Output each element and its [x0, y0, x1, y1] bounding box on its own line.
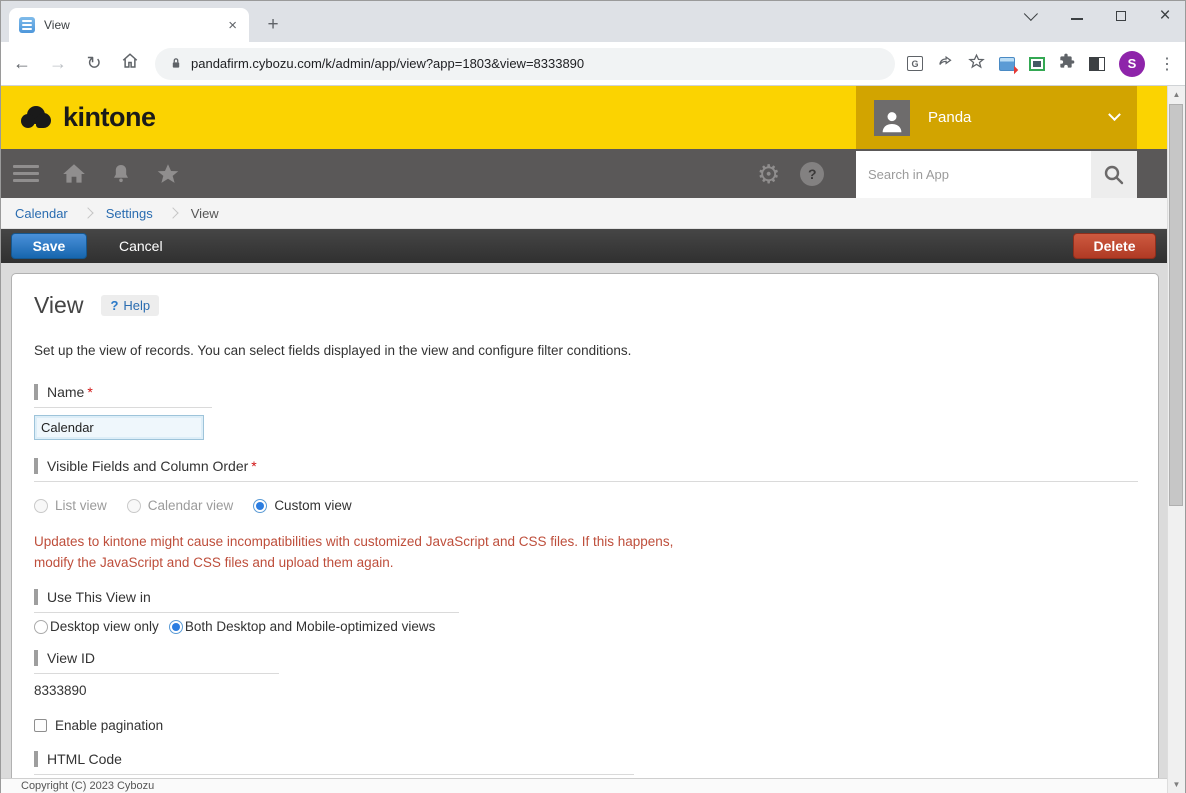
kintone-favicon-icon	[19, 17, 35, 33]
radio-icon[interactable]	[34, 620, 48, 634]
view-type-label: Visible Fields and Column Order*	[34, 458, 1138, 482]
help-icon[interactable]: ?	[800, 162, 824, 186]
use-view-options: Desktop view only Both Desktop and Mobil…	[34, 619, 1138, 634]
user-name: Panda	[928, 109, 1110, 126]
use-view-label: Use This View in	[34, 589, 459, 613]
reload-icon[interactable]: ↻	[79, 53, 109, 74]
required-mark: *	[251, 458, 256, 474]
help-link[interactable]: ? Help	[101, 295, 159, 316]
url-text: pandafirm.cybozu.com/k/admin/app/view?ap…	[191, 56, 584, 71]
kintone-logo-text: kintone	[63, 102, 156, 133]
new-tab-button[interactable]: +	[259, 11, 287, 39]
radio-selected-icon[interactable]	[169, 620, 183, 634]
tab-title: View	[44, 18, 226, 32]
user-chevron-down-icon	[1108, 108, 1121, 121]
breadcrumb-calendar[interactable]: Calendar	[15, 206, 68, 221]
screenshot-extension-icon[interactable]	[999, 57, 1015, 71]
window-maximize-button[interactable]	[1113, 11, 1129, 21]
search-button[interactable]	[1091, 151, 1137, 198]
breadcrumb-settings[interactable]: Settings	[106, 206, 153, 221]
breadcrumb-current: View	[191, 206, 219, 221]
person-icon	[877, 106, 907, 136]
page-footer: Copyright (C) 2023 Cybozu	[1, 778, 1167, 793]
browser-navbar: ← → ↻ pandafirm.cybozu.com/k/admin/app/v…	[1, 42, 1185, 86]
radio-list-view: List view	[34, 498, 107, 513]
browser-tab-strip: View × + ×	[1, 1, 1185, 42]
pagination-option[interactable]: Enable pagination	[34, 718, 1138, 733]
hamburger-menu-icon[interactable]	[13, 165, 39, 182]
name-field-label: Name*	[34, 384, 212, 408]
user-menu[interactable]: Panda	[856, 86, 1137, 149]
search-icon	[1102, 163, 1126, 187]
radio-selected-icon[interactable]	[253, 499, 267, 513]
kintone-logo[interactable]: kintone	[21, 102, 156, 133]
back-icon[interactable]: ←	[7, 53, 37, 74]
radio-icon	[34, 499, 48, 513]
translate-icon[interactable]: G	[907, 56, 923, 71]
save-button[interactable]: Save	[11, 233, 87, 259]
customization-warning: Updates to kintone might cause incompati…	[34, 531, 1138, 573]
delete-button[interactable]: Delete	[1073, 233, 1156, 259]
extensions-puzzle-icon[interactable]	[1059, 53, 1075, 74]
address-bar[interactable]: pandafirm.cybozu.com/k/admin/app/view?ap…	[155, 48, 895, 80]
view-id-label: View ID	[34, 650, 279, 674]
portal-home-icon[interactable]	[61, 161, 87, 187]
browser-tab[interactable]: View ×	[9, 8, 249, 42]
help-question-icon: ?	[110, 298, 118, 313]
html-code-label: HTML Code	[34, 751, 634, 775]
forward-icon: →	[43, 53, 73, 74]
breadcrumb-chevron-icon	[82, 207, 93, 218]
search-input[interactable]	[856, 151, 1091, 198]
scroll-up-arrow-icon[interactable]: ▲	[1168, 86, 1185, 103]
breadcrumb-chevron-icon	[167, 207, 178, 218]
capture-extension-icon[interactable]	[1029, 57, 1045, 71]
radio-icon	[127, 499, 141, 513]
radio-both-desktop-mobile[interactable]: Both Desktop and Mobile-optimized views	[169, 619, 436, 634]
action-bar: Save Cancel Delete	[1, 229, 1185, 263]
app-settings-gear-icon[interactable]: ⚙	[757, 161, 780, 187]
pagination-checkbox[interactable]	[34, 719, 47, 732]
content-area: View ? Help Set up the view of records. …	[1, 263, 1167, 778]
share-icon[interactable]	[937, 54, 954, 74]
page-description: Set up the view of records. You can sele…	[34, 343, 1138, 358]
breadcrumb: Calendar Settings View	[1, 198, 1185, 229]
scrollbar-thumb[interactable]	[1169, 104, 1183, 506]
bookmark-star-icon[interactable]	[968, 53, 985, 75]
page-scrollbar[interactable]: ▲ ▼	[1167, 86, 1185, 793]
view-type-options: List view Calendar view Custom view	[34, 498, 1138, 513]
lock-icon	[169, 56, 183, 71]
radio-desktop-only[interactable]: Desktop view only	[34, 619, 159, 634]
page-title: View	[34, 292, 83, 319]
view-id-value: 8333890	[34, 683, 1138, 698]
cancel-button[interactable]: Cancel	[119, 238, 163, 254]
name-input[interactable]	[34, 415, 204, 440]
radio-custom-view[interactable]: Custom view	[253, 498, 351, 513]
scroll-down-arrow-icon[interactable]: ▼	[1168, 776, 1185, 793]
sidebar-extension-icon[interactable]	[1089, 57, 1105, 71]
user-avatar	[874, 100, 910, 136]
notifications-bell-icon[interactable]	[109, 161, 133, 187]
copyright-text: Copyright (C) 2023 Cybozu	[21, 780, 154, 792]
favorites-star-icon[interactable]	[155, 161, 181, 187]
browser-home-icon[interactable]	[115, 52, 145, 75]
radio-calendar-view: Calendar view	[127, 498, 234, 513]
browser-menu-icon[interactable]: ⋮	[1159, 54, 1175, 74]
settings-panel: View ? Help Set up the view of records. …	[11, 273, 1159, 778]
browser-profile-avatar[interactable]: S	[1119, 51, 1145, 77]
kintone-cloud-icon	[21, 106, 57, 130]
app-search	[856, 151, 1137, 198]
required-mark: *	[87, 384, 92, 400]
window-minimize-button[interactable]	[1069, 12, 1085, 20]
window-menu-chevron-icon[interactable]	[1025, 11, 1041, 21]
window-close-button[interactable]: ×	[1157, 5, 1173, 27]
pagination-label: Enable pagination	[55, 718, 163, 733]
tab-close-icon[interactable]: ×	[226, 17, 239, 34]
